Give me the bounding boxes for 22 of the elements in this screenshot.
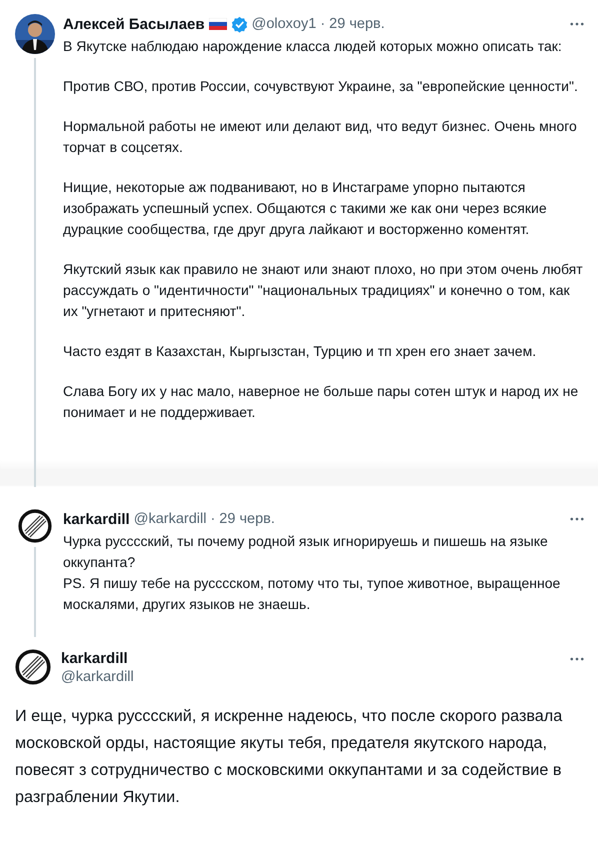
post-text: Нормальной работы не имеют или делают вид, что ведут бизнес. Очень много торчат в соцсетях. [63,117,578,157]
post-date[interactable]: · 29 черв. [210,511,275,527]
post-text: И еще, чурка русссский, я искренне надеюсь, что после скорого развала московской орды, настоящие якуты тебя, предателя якутского народа, повесят з сотрудничество с московскими оккупантами и за содействие в разграблении Якутии. [15,706,564,808]
post-text: Нищие, некоторые аж подванивают, но в Инстаграме упорно пытаются изображать успешный успех. Общаются с такими же как они через всякие дурацкие сообщества, где друг друга лайкают и восторженно коментят. [63,178,548,239]
post-text: Якутский язык как правило не знают или знают плохо, но при этом очень любят рассуждать о "идентичности" "национальных традициях" и конечно о том, как их "угнетают и притесняют". [63,260,584,321]
more-icon[interactable] [570,657,584,661]
post-text: Против СВО, против России, сочувствуют Украине, за "европейские ценности". [63,77,579,96]
author-handle[interactable]: @karkardill [61,668,134,684]
post-date[interactable]: · 29 черв. [320,16,385,32]
more-icon[interactable] [570,22,584,26]
post-text: Чурка русссский, ты почему родной язык игнорируешь и пишешь на языке оккупанта? PS. Я пишу тебе на русссском, потому что ты, тупое животное, выращенное москалями, других языков не знаешь. [63,532,562,614]
author-handle[interactable]: @oloxoy1 [252,16,316,32]
post-text: В Якутске наблюдаю нарождение класса людей которых можно описать так: [63,37,563,56]
more-icon[interactable] [570,517,584,521]
avatar-sign-icon[interactable] [18,509,52,543]
author-name[interactable]: karkardill [63,510,130,528]
author-name[interactable]: Алексей Басылаев [63,16,205,32]
author-name[interactable]: karkardill [61,650,128,666]
avatar-sign-icon[interactable] [15,649,51,685]
post-text: Слава Богу их у нас мало, наверное не больше пары сотен штук и народ их не понимает и не поддерживает. [63,382,580,422]
post-text: Часто ездят в Казахстан, Кыргызстан, Турцию и тп хрен его знает зачем. [63,342,538,361]
author-handle[interactable]: @karkardill [134,511,206,527]
